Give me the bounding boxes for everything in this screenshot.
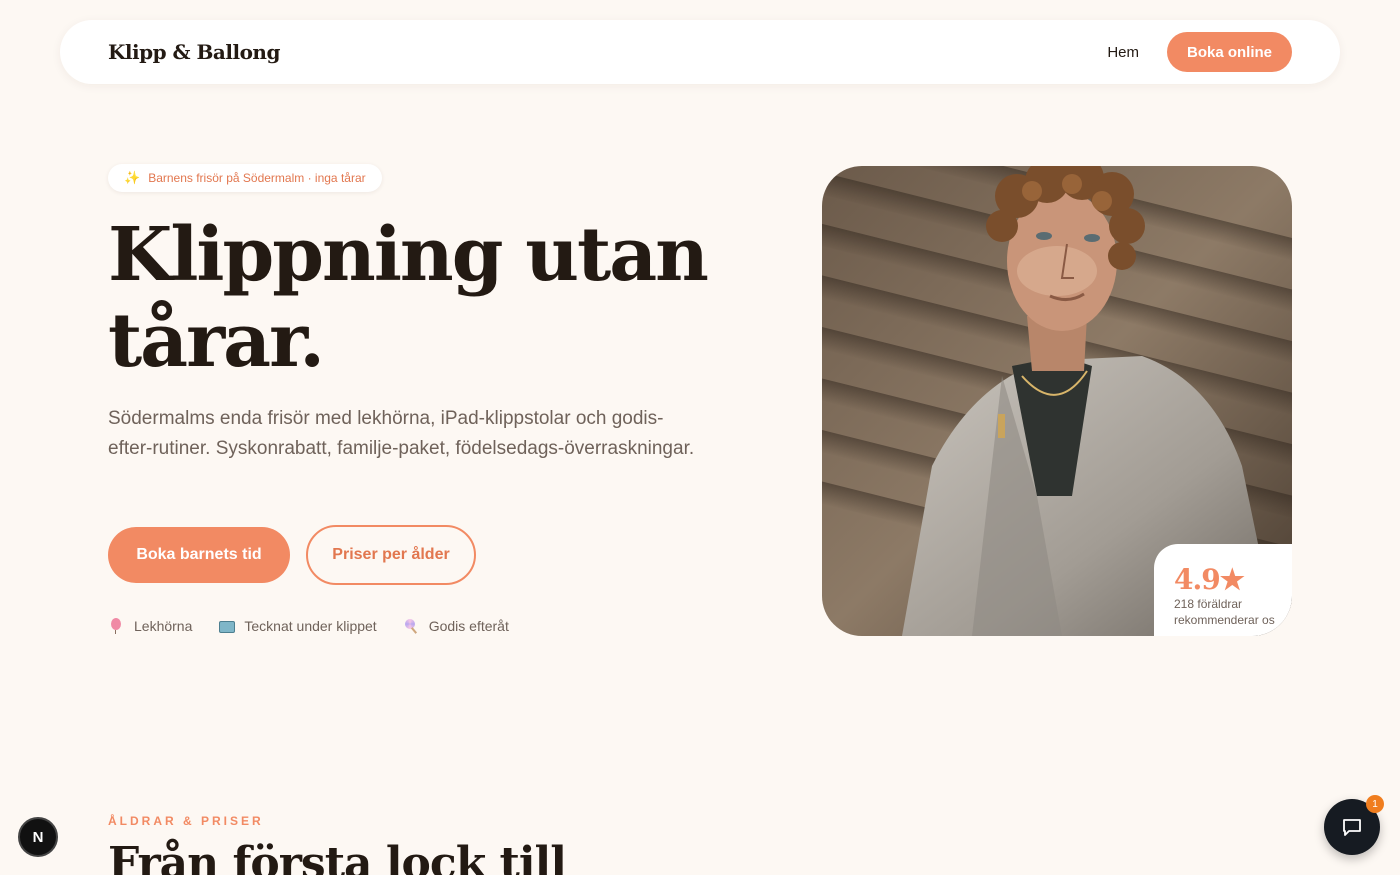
feature-item: Tecknat under klippet bbox=[218, 618, 377, 634]
rating-text: 218 föräldrar rekommenderar os bbox=[1174, 597, 1275, 627]
prices-by-age-button[interactable]: Priser per ålder bbox=[306, 525, 476, 585]
hero-badge-text: Barnens frisör på Södermalm · inga tårar bbox=[148, 171, 366, 185]
hero-title-line1: Klippning utan bbox=[108, 212, 709, 298]
sparkle-icon: ✨ bbox=[124, 170, 141, 185]
hero-photo: 4.9★ 218 föräldrar rekommenderar os bbox=[822, 166, 1292, 636]
hero-title-line2: tårar. bbox=[108, 298, 325, 384]
top-navbar: Klipp & Ballong Hem Boka online bbox=[60, 20, 1340, 84]
tv-icon bbox=[218, 618, 236, 634]
feature-list: Lekhörna Tecknat under klippet Godis eft… bbox=[108, 618, 509, 634]
feature-label: Tecknat under klippet bbox=[244, 618, 377, 634]
lollipop-icon bbox=[403, 618, 419, 634]
feature-label: Godis efteråt bbox=[428, 618, 509, 634]
section-eyebrow: ÅLDRAR & PRISER bbox=[108, 814, 264, 828]
rating-score: 4.9★ bbox=[1174, 563, 1245, 596]
hero-title: Klippning utan tårar. bbox=[108, 212, 748, 384]
nav-link-home[interactable]: Hem bbox=[1107, 44, 1139, 61]
chat-button[interactable]: 1 bbox=[1324, 795, 1384, 855]
brand-logo[interactable]: Klipp & Ballong bbox=[108, 40, 280, 64]
feature-item: Godis efteråt bbox=[403, 618, 509, 634]
hero-lead: Södermalms enda frisör med lekhörna, iPa… bbox=[108, 408, 695, 459]
chat-notification-badge: 1 bbox=[1366, 795, 1384, 813]
rating-card: 4.9★ 218 föräldrar rekommenderar os bbox=[1154, 544, 1292, 636]
nav-actions: Hem Boka online bbox=[1107, 32, 1292, 72]
book-online-button[interactable]: Boka online bbox=[1166, 32, 1292, 72]
feature-label: Lekhörna bbox=[134, 618, 193, 634]
feature-item: Lekhörna bbox=[108, 618, 192, 634]
balloon-icon bbox=[108, 618, 124, 634]
book-child-button[interactable]: Boka barnets tid bbox=[108, 527, 290, 583]
section-title: Från första lock till bbox=[108, 838, 567, 875]
hero-badge: ✨ Barnens frisör på Södermalm · inga tår… bbox=[108, 164, 382, 192]
chat-icon bbox=[1343, 819, 1361, 836]
dev-tools-badge[interactable]: N bbox=[18, 817, 58, 857]
